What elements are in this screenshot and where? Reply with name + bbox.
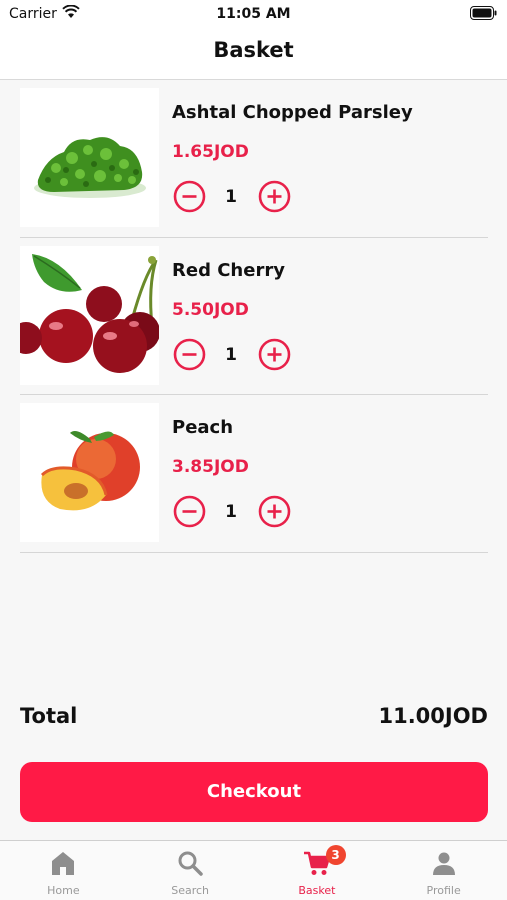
decrease-quantity-button[interactable] (173, 338, 206, 371)
tab-basket[interactable]: 3 Basket (254, 841, 381, 900)
increase-quantity-button[interactable] (258, 495, 291, 528)
profile-icon (432, 852, 455, 875)
item-quantity: 1 (225, 187, 237, 207)
decrease-quantity-button[interactable] (173, 180, 206, 213)
parsley-image (20, 88, 159, 227)
basket-item: Peach 3.85JOD 1 (20, 395, 488, 553)
item-quantity: 1 (225, 502, 237, 522)
item-price: 3.85JOD (172, 457, 249, 477)
basket-item: Red Cherry 5.50JOD 1 (20, 238, 488, 395)
checkout-button[interactable]: Checkout (20, 762, 488, 822)
home-icon (52, 852, 75, 875)
total-row: Total 11.00JOD (20, 704, 488, 734)
item-price: 5.50JOD (172, 299, 249, 320)
tab-label: Search (171, 884, 210, 897)
clock: 11:05 AM (216, 6, 291, 22)
peach-image (20, 403, 159, 542)
decrease-quantity-button[interactable] (173, 495, 206, 528)
navigation-bar: Basket (0, 30, 507, 80)
tab-profile[interactable]: Profile (380, 841, 507, 900)
total-label: Total (20, 704, 78, 728)
tab-label: Home (47, 884, 80, 897)
item-name: Peach (172, 417, 234, 438)
item-price: 1.65JOD (172, 142, 249, 162)
page-title: Basket (213, 38, 294, 62)
tab-label: Profile (426, 884, 461, 897)
increase-quantity-button[interactable] (258, 338, 291, 371)
item-name: Ashtal Chopped Parsley (172, 102, 413, 123)
tab-home[interactable]: Home (0, 841, 127, 900)
cart-badge: 3 (325, 845, 346, 865)
tab-search[interactable]: Search (127, 841, 254, 900)
tab-label: Basket (298, 884, 336, 897)
tab-bar: Home Search 3 Basket Profile (0, 840, 507, 900)
basket-item: Ashtal Chopped Parsley 1.65JOD 1 (20, 80, 488, 238)
total-amount: 11.00JOD (378, 704, 488, 728)
item-name: Red Cherry (172, 259, 285, 281)
item-quantity: 1 (225, 344, 237, 365)
battery-icon (470, 6, 497, 20)
search-icon (178, 851, 203, 876)
basket-list: Ashtal Chopped Parsley 1.65JOD 1 Red Che… (20, 80, 488, 553)
status-bar: Carrier 11:05 AM (0, 0, 507, 30)
increase-quantity-button[interactable] (258, 180, 291, 213)
cherry-image (20, 245, 159, 385)
